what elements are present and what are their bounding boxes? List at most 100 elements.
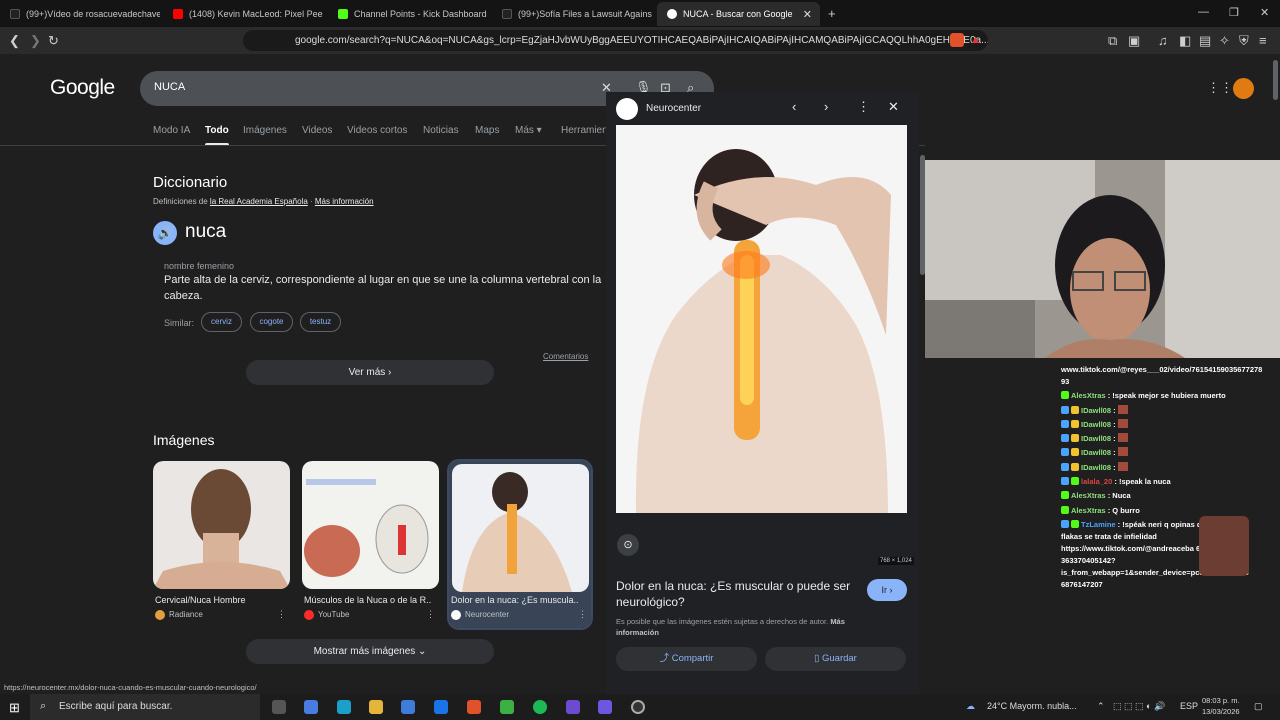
reload-icon[interactable]: ↻	[48, 33, 59, 48]
minimize-button[interactable]: —	[1198, 6, 1209, 18]
copilot-icon[interactable]	[304, 700, 318, 714]
image-card[interactable]: Músculos de la Nuca o de la R... YouTube…	[302, 461, 439, 628]
back-icon[interactable]: ❮	[9, 33, 20, 48]
notifications-icon[interactable]: ▢	[1254, 701, 1263, 712]
more-options-icon[interactable]: ⋮	[277, 609, 286, 620]
menu-icon[interactable]: ≡	[1259, 33, 1267, 48]
close-window-button[interactable]: ✕	[1260, 6, 1269, 19]
media-icon[interactable]: ♫	[1158, 33, 1168, 48]
tab-videos-cortos[interactable]: Videos cortos	[347, 125, 407, 136]
file-explorer-icon[interactable]	[369, 700, 383, 714]
preview-title[interactable]: Dolor en la nuca: ¿Es muscular o puede s…	[616, 578, 856, 610]
brave-rewards-icon[interactable]: ▲	[970, 33, 981, 48]
tray-icons[interactable]: ⬚ ⬚ ⬚ ◐ 🔊	[1113, 701, 1165, 712]
chat-user[interactable]: IDawll08	[1081, 463, 1111, 472]
extensions-icon[interactable]: ⧉	[1108, 33, 1117, 48]
spotify-icon[interactable]	[533, 700, 547, 714]
chat-user[interactable]: lalala_20	[1081, 477, 1112, 486]
speaker-icon[interactable]: 🔊	[153, 221, 177, 245]
browser-tab[interactable]: (99+)Vídeo de rosacuevadechaves (@	[0, 2, 160, 26]
more-options-icon[interactable]: ⋮	[857, 99, 870, 115]
comments-link[interactable]: Comentarios	[543, 352, 588, 361]
weather-icon[interactable]: ☁	[966, 701, 975, 712]
outlook-icon[interactable]	[434, 700, 448, 714]
image-thumbnail[interactable]	[302, 461, 439, 589]
save-button[interactable]: ▯ Guardar	[765, 647, 906, 671]
chat-user[interactable]: TzLamine	[1081, 520, 1116, 529]
chat-user[interactable]: IDawll08	[1081, 406, 1111, 415]
split-view-icon[interactable]: ◧	[1179, 33, 1191, 48]
chat-user[interactable]: AlesXtras	[1071, 491, 1106, 500]
apps-grid-icon[interactable]: ⋮⋮	[1207, 80, 1233, 96]
prev-icon[interactable]: ‹	[792, 99, 796, 114]
vpn-icon[interactable]: ⛨	[1239, 33, 1249, 48]
taskbar-search[interactable]: Escribe aquí para buscar.	[30, 694, 260, 720]
tab-maps[interactable]: Maps	[475, 125, 499, 136]
image-card[interactable]: Cervical/Nuca Hombre Radiance ⋮	[153, 461, 290, 628]
close-tab-icon[interactable]: ✕	[803, 8, 812, 21]
wallet-icon[interactable]: ▤	[1199, 33, 1211, 48]
lens-search-icon[interactable]: ⊙	[617, 534, 639, 556]
minecraft-icon[interactable]	[500, 700, 514, 714]
address-bar[interactable]: google.com/search?q=NUCA&oq=NUCA&gs_lcrp…	[243, 30, 988, 51]
chat-user[interactable]: IDawll08	[1081, 448, 1111, 457]
leo-icon[interactable]: ✧	[1219, 33, 1230, 48]
clock-time[interactable]: 08:03 p. m.	[1202, 696, 1240, 705]
edge-icon[interactable]	[337, 700, 351, 714]
avatar[interactable]	[1233, 78, 1254, 99]
panel-brand[interactable]: Neurocenter	[646, 103, 701, 114]
tab-mas[interactable]: Más ▾	[515, 125, 542, 136]
tab-todo[interactable]: Todo	[205, 125, 229, 136]
similar-chip[interactable]: cerviz	[201, 312, 242, 332]
language-indicator[interactable]: ESP	[1180, 701, 1198, 711]
browser-tab[interactable]: (1408) Kevin MacLeod: Pixel Peek	[163, 2, 323, 26]
restore-button[interactable]: ❐	[1229, 6, 1239, 19]
image-card-selected[interactable]: Dolor en la nuca: ¿Es muscula... Neuroce…	[447, 459, 593, 630]
preview-image[interactable]	[616, 125, 907, 513]
windows-start-icon[interactable]: ⊞	[9, 700, 20, 716]
forward-icon[interactable]: ❯	[30, 33, 41, 48]
chat-user[interactable]: IDawll08	[1081, 420, 1111, 429]
similar-chip[interactable]: testuz	[300, 312, 341, 332]
tab-modo-ia[interactable]: Modo IA	[153, 125, 190, 136]
tab-noticias[interactable]: Noticias	[423, 125, 459, 136]
url-text: google.com/search?q=NUCA&oq=NUCA&gs_lcrp…	[295, 35, 988, 46]
search-input[interactable]: NUCA	[154, 81, 185, 93]
brave-shield-icon[interactable]	[950, 33, 964, 47]
emote-icon	[1117, 462, 1128, 471]
brave-icon[interactable]	[467, 700, 481, 714]
obs-icon[interactable]	[566, 700, 580, 714]
app-icon[interactable]	[631, 700, 645, 714]
see-more-button[interactable]: Ver más ›	[246, 360, 494, 385]
store-icon[interactable]	[401, 700, 415, 714]
tab-videos[interactable]: Videos	[302, 125, 332, 136]
close-icon[interactable]: ✕	[888, 99, 899, 115]
sidebar-icon[interactable]: ▣	[1128, 33, 1140, 48]
tray-chevron-icon[interactable]: ⌃	[1097, 701, 1105, 712]
go-button[interactable]: Ir ›	[867, 579, 907, 601]
next-icon[interactable]: ›	[824, 99, 828, 114]
image-thumbnail[interactable]	[452, 464, 589, 592]
more-options-icon[interactable]: ⋮	[426, 609, 435, 620]
clock-date[interactable]: 13/03/2026	[1202, 707, 1240, 716]
browser-tab-active[interactable]: NUCA - Buscar con Google ✕	[657, 2, 820, 26]
chat-user[interactable]: AlesXtras	[1071, 506, 1106, 515]
show-more-images-button[interactable]: Mostrar más imágenes ⌄	[246, 639, 494, 664]
image-thumbnail[interactable]	[153, 461, 290, 589]
share-button[interactable]: ⤴ Compartir	[616, 647, 757, 671]
app-icon[interactable]	[598, 700, 612, 714]
task-view-icon[interactable]	[272, 700, 286, 714]
google-logo[interactable]: Google	[50, 76, 115, 100]
weather-text[interactable]: 24°C Mayorm. nubla...	[987, 701, 1077, 711]
more-options-icon[interactable]: ⋮	[578, 609, 587, 620]
more-info-link[interactable]: Más información	[315, 197, 374, 206]
chat-user[interactable]: IDawll08	[1081, 434, 1111, 443]
similar-chip[interactable]: cogote	[250, 312, 293, 332]
tab-imagenes[interactable]: Imágenes	[243, 125, 287, 136]
browser-tab[interactable]: Channel Points - Kick Dashboard	[328, 2, 488, 26]
new-tab-button[interactable]: +	[828, 6, 836, 21]
rae-link[interactable]: la Real Academia Española	[210, 197, 308, 206]
browser-tab[interactable]: (99+)Sofía Files a Lawsuit Against Ad	[492, 2, 652, 26]
chat-user[interactable]: AlesXtras	[1071, 391, 1106, 400]
page-scrollbar[interactable]	[1273, 60, 1278, 100]
